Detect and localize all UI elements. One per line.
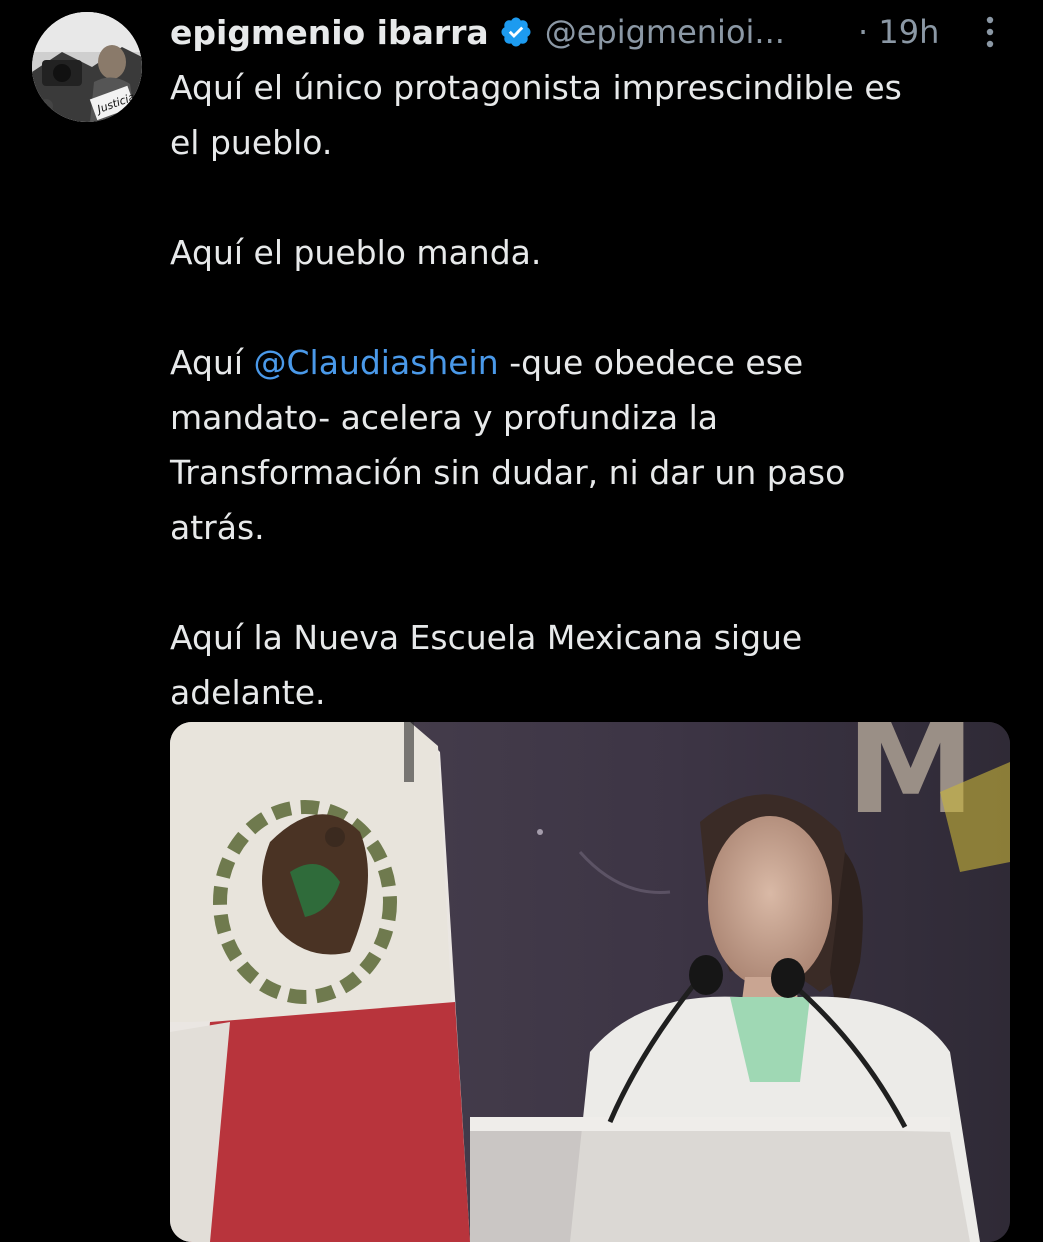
more-options-icon[interactable] bbox=[972, 12, 1008, 52]
mention-link[interactable]: @Claudiashein bbox=[254, 343, 499, 382]
tweet[interactable]: Justicia epigmenio ibarra @epigmenioi...… bbox=[0, 0, 1043, 1242]
tweet-line: atrás. bbox=[170, 508, 265, 547]
avatar[interactable]: Justicia bbox=[32, 12, 142, 122]
display-name[interactable]: epigmenio ibarra bbox=[170, 13, 489, 52]
tweet-line: mandato- acelera y profundiza la bbox=[170, 398, 718, 437]
video-frame: M bbox=[170, 722, 1010, 1242]
timestamp[interactable]: · 19h bbox=[858, 8, 939, 56]
tweet-text-segment: -que obedece ese bbox=[498, 343, 804, 382]
tweet-media-video[interactable]: M bbox=[170, 722, 1010, 1242]
tweet-text: Aquí el único protagonista imprescindibl… bbox=[170, 60, 1020, 720]
tweet-line: adelante. bbox=[170, 673, 326, 712]
tweet-line: el pueblo. bbox=[170, 123, 333, 162]
avatar-image: Justicia bbox=[32, 12, 142, 122]
tweet-line: Aquí el pueblo manda. bbox=[170, 233, 542, 272]
tweet-header: epigmenio ibarra @epigmenioi... bbox=[170, 8, 785, 56]
tweet-line: Aquí la Nueva Escuela Mexicana sigue bbox=[170, 618, 803, 657]
user-handle[interactable]: @epigmenioi... bbox=[545, 13, 785, 51]
tweet-line: Aquí @Claudiashein -que obedece ese bbox=[170, 335, 1020, 390]
tweet-text-segment: Aquí bbox=[170, 343, 254, 382]
verified-badge-icon bbox=[499, 15, 533, 49]
tweet-line: Transformación sin dudar, ni dar un paso bbox=[170, 453, 846, 492]
tweet-line: Aquí el único protagonista imprescindibl… bbox=[170, 68, 902, 107]
